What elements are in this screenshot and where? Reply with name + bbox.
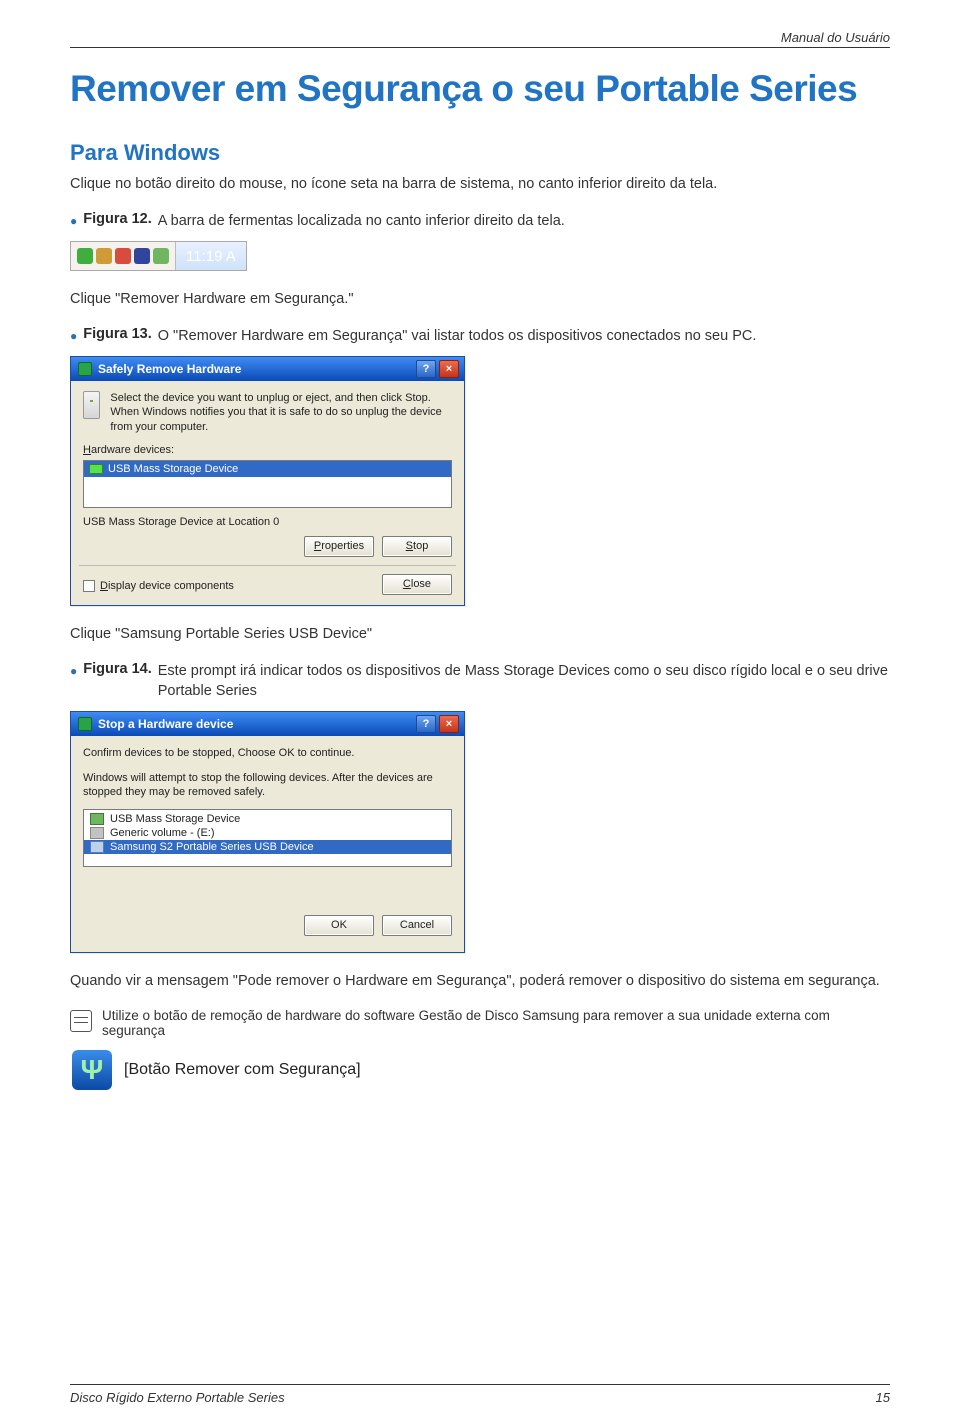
footer-left: Disco Rígido Externo Portable Series <box>70 1390 285 1405</box>
tray-icon <box>153 248 169 264</box>
tray-clock: 11:19 A <box>176 248 246 265</box>
system-tray-image: 11:19 A <box>70 241 247 271</box>
usb-device-icon <box>90 813 104 825</box>
dialog-titlebar: Safely Remove Hardware ? × <box>71 357 464 381</box>
cancel-button[interactable]: Cancel <box>382 915 452 936</box>
figure-12-label: Figura 12. <box>83 211 152 227</box>
after-fig14-text: Quando vir a mensagem "Pode remover o Ha… <box>70 971 890 993</box>
section-subtitle: Para Windows <box>70 140 890 166</box>
stop-list-item[interactable]: Generic volume - (E:) <box>84 826 451 840</box>
stop-item-label: Generic volume - (E:) <box>110 827 215 839</box>
tray-icon <box>115 248 131 264</box>
hardware-icon <box>78 717 92 731</box>
stop-info-line2: Windows will attempt to stop the followi… <box>83 771 452 800</box>
safely-remove-icon: Ψ <box>72 1050 112 1090</box>
tray-icon <box>134 248 150 264</box>
device-list-item-label: USB Mass Storage Device <box>108 463 238 475</box>
note-row: Utilize o botão de remoção de hardware d… <box>70 1008 890 1038</box>
help-button[interactable]: ? <box>416 715 436 733</box>
display-components-checkbox[interactable]: Display device components <box>83 580 234 592</box>
safely-remove-dialog: Safely Remove Hardware ? × Select the de… <box>70 356 465 606</box>
note-text: Utilize o botão de remoção de hardware d… <box>102 1008 890 1038</box>
dialog-title: Stop a Hardware device <box>98 717 233 731</box>
close-button[interactable]: × <box>439 360 459 378</box>
figure-13-label: Figura 13. <box>83 326 152 342</box>
bullet-icon: ● <box>70 329 77 343</box>
stop-info-line1: Confirm devices to be stopped, Choose OK… <box>83 746 452 760</box>
close-button[interactable]: × <box>439 715 459 733</box>
properties-button[interactable]: Properties <box>304 536 374 557</box>
stop-item-label: USB Mass Storage Device <box>110 813 240 825</box>
ok-button[interactable]: OK <box>304 915 374 936</box>
after-fig13-text: Clique "Samsung Portable Series USB Devi… <box>70 624 890 646</box>
tray-icon <box>96 248 112 264</box>
figure-14-text: Este prompt irá indicar todos os disposi… <box>158 661 890 702</box>
figure-14: ● Figura 14. Este prompt irá indicar tod… <box>70 661 890 702</box>
divider <box>79 565 456 566</box>
remove-caption: [Botão Remover com Segurança] <box>124 1061 361 1079</box>
device-status-text: USB Mass Storage Device at Location 0 <box>83 516 452 528</box>
page-title: Remover em Segurança o seu Portable Seri… <box>70 68 890 110</box>
checkbox-icon <box>83 580 95 592</box>
drive-icon <box>90 841 104 853</box>
remove-button-illustration: Ψ [Botão Remover com Segurança] <box>72 1050 890 1090</box>
intro-text: Clique no botão direito do mouse, no íco… <box>70 174 890 196</box>
doc-header: Manual do Usuário <box>70 30 890 48</box>
stop-device-listbox[interactable]: USB Mass Storage Device Generic volume -… <box>83 809 452 867</box>
page-footer: Disco Rígido Externo Portable Series 15 <box>70 1384 890 1405</box>
stop-item-label: Samsung S2 Portable Series USB Device <box>110 841 314 853</box>
bullet-icon: ● <box>70 664 77 678</box>
tray-icon <box>77 248 93 264</box>
figure-12: ● Figura 12. A barra de fermentas locali… <box>70 211 890 231</box>
dialog-info-text: Select the device you want to unplug or … <box>110 391 452 434</box>
help-button[interactable]: ? <box>416 360 436 378</box>
pc-card-icon <box>83 391 100 419</box>
dialog-titlebar: Stop a Hardware device ? × <box>71 712 464 736</box>
after-fig12-text: Clique "Remover Hardware em Segurança." <box>70 289 890 311</box>
page-number: 15 <box>876 1390 890 1405</box>
note-icon <box>70 1010 92 1032</box>
usb-device-icon <box>89 464 103 474</box>
device-listbox[interactable]: USB Mass Storage Device <box>83 460 452 508</box>
figure-13: ● Figura 13. O "Remover Hardware em Segu… <box>70 326 890 346</box>
volume-icon <box>90 827 104 839</box>
hardware-icon <box>78 362 92 376</box>
tray-icons <box>71 242 176 270</box>
stop-button[interactable]: Stop <box>382 536 452 557</box>
dialog-title: Safely Remove Hardware <box>98 362 241 376</box>
stop-hardware-dialog: Stop a Hardware device ? × Confirm devic… <box>70 711 465 953</box>
figure-14-label: Figura 14. <box>83 661 152 677</box>
close-dialog-button[interactable]: Close <box>382 574 452 595</box>
stop-list-item[interactable]: USB Mass Storage Device <box>84 812 451 826</box>
device-list-item[interactable]: USB Mass Storage Device <box>84 461 451 477</box>
figure-13-text: O "Remover Hardware em Segurança" vai li… <box>158 326 757 346</box>
figure-12-text: A barra de fermentas localizada no canto… <box>158 211 565 231</box>
stop-list-item-selected[interactable]: Samsung S2 Portable Series USB Device <box>84 840 451 854</box>
bullet-icon: ● <box>70 214 77 228</box>
hardware-devices-label: Hardware devices: <box>83 444 452 456</box>
